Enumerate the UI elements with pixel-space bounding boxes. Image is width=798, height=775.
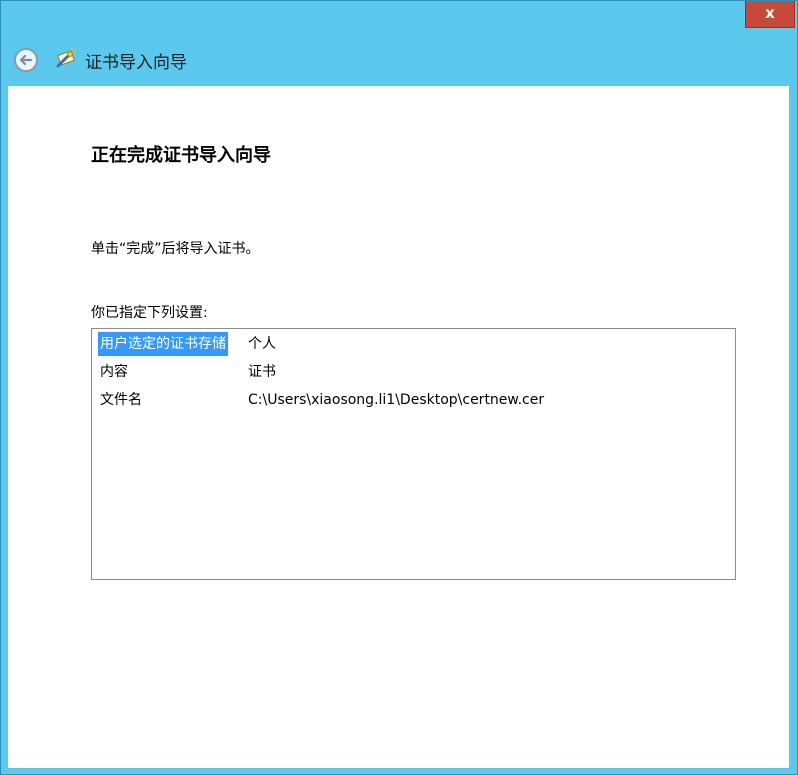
wizard-content: 正在完成证书导入向导 单击“完成”后将导入证书。 你已指定下列设置: 用户选定的… (8, 86, 789, 768)
title-bar: 证书导入向导 (1, 39, 797, 79)
back-arrow-icon (14, 48, 38, 72)
setting-value: 证书 (248, 364, 276, 380)
back-button[interactable] (13, 47, 39, 73)
setting-key: 文件名 (100, 392, 142, 408)
wizard-window: x 证书导入向导 正在完成证书导入向导 单击“完成”后将导入证书。 你已指定下列… (0, 0, 798, 775)
settings-label: 你已指定下列设置: (91, 305, 208, 321)
setting-value: C:\Users\xiaosong.li1\Desktop\certnew.ce… (248, 392, 545, 408)
setting-value: 个人 (248, 336, 276, 352)
instruction-text: 单击“完成”后将导入证书。 (91, 241, 260, 257)
certificate-wizard-icon (55, 47, 77, 69)
page-heading: 正在完成证书导入向导 (91, 145, 271, 166)
window-title: 证书导入向导 (85, 53, 187, 73)
setting-key: 内容 (100, 364, 128, 380)
settings-list[interactable]: 用户选定的证书存储 个人 内容 证书 文件名 C:\Users\xiaosong… (91, 328, 736, 580)
setting-key: 用户选定的证书存储 (98, 332, 228, 356)
close-button[interactable]: x (745, 1, 795, 28)
